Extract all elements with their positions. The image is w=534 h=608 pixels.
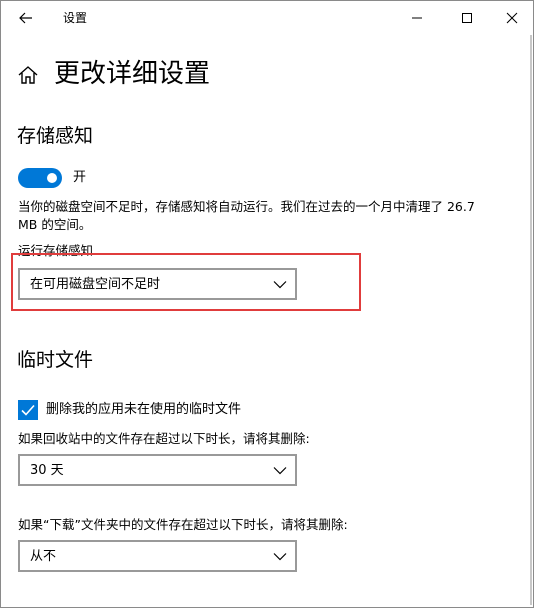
dropdown-value: 30 天	[30, 463, 64, 478]
minimize-button[interactable]	[394, 1, 440, 35]
temp-files-heading: 临时文件	[17, 349, 94, 371]
downloads-folder-dropdown[interactable]: 从不	[18, 540, 297, 572]
settings-window: 设置 更改详细设置 存储感知 开 当你的磁盘空间不足时，存储感知将自动运行。我们…	[0, 0, 534, 608]
toggle-state-label: 开	[73, 170, 87, 185]
maximize-icon	[462, 13, 472, 23]
highlight-box	[11, 253, 361, 311]
scrollbar[interactable]	[530, 35, 532, 605]
dropdown-value: 从不	[30, 549, 57, 564]
recycle-bin-label: 如果回收站中的文件存在超过以下时长，请将其删除:	[18, 431, 310, 446]
checkmark-icon	[21, 404, 35, 416]
back-button[interactable]	[9, 5, 43, 31]
maximize-button[interactable]	[444, 1, 490, 35]
title-bar: 设置	[1, 1, 533, 35]
delete-temp-files-label: 删除我的应用未在使用的临时文件	[46, 402, 242, 417]
window-title: 设置	[63, 11, 88, 25]
home-icon[interactable]	[17, 64, 39, 86]
storage-sense-toggle[interactable]	[18, 168, 62, 188]
close-icon	[506, 12, 518, 24]
storage-sense-heading: 存储感知	[17, 125, 94, 147]
close-button[interactable]	[489, 1, 533, 35]
storage-sense-description: 当你的磁盘空间不足时，存储感知将自动运行。我们在过去的一个月中清理了 26.7 …	[18, 199, 475, 232]
recycle-bin-dropdown[interactable]: 30 天	[18, 454, 297, 486]
delete-temp-files-checkbox[interactable]	[18, 400, 38, 420]
chevron-down-icon	[273, 553, 287, 561]
page-title: 更改详细设置	[54, 59, 211, 89]
back-arrow-icon	[19, 12, 32, 24]
minimize-icon	[412, 17, 422, 19]
toggle-knob	[47, 173, 57, 183]
downloads-folder-label: 如果“下载”文件夹中的文件存在超过以下时长，请将其删除:	[18, 517, 348, 532]
chevron-down-icon	[273, 467, 287, 475]
